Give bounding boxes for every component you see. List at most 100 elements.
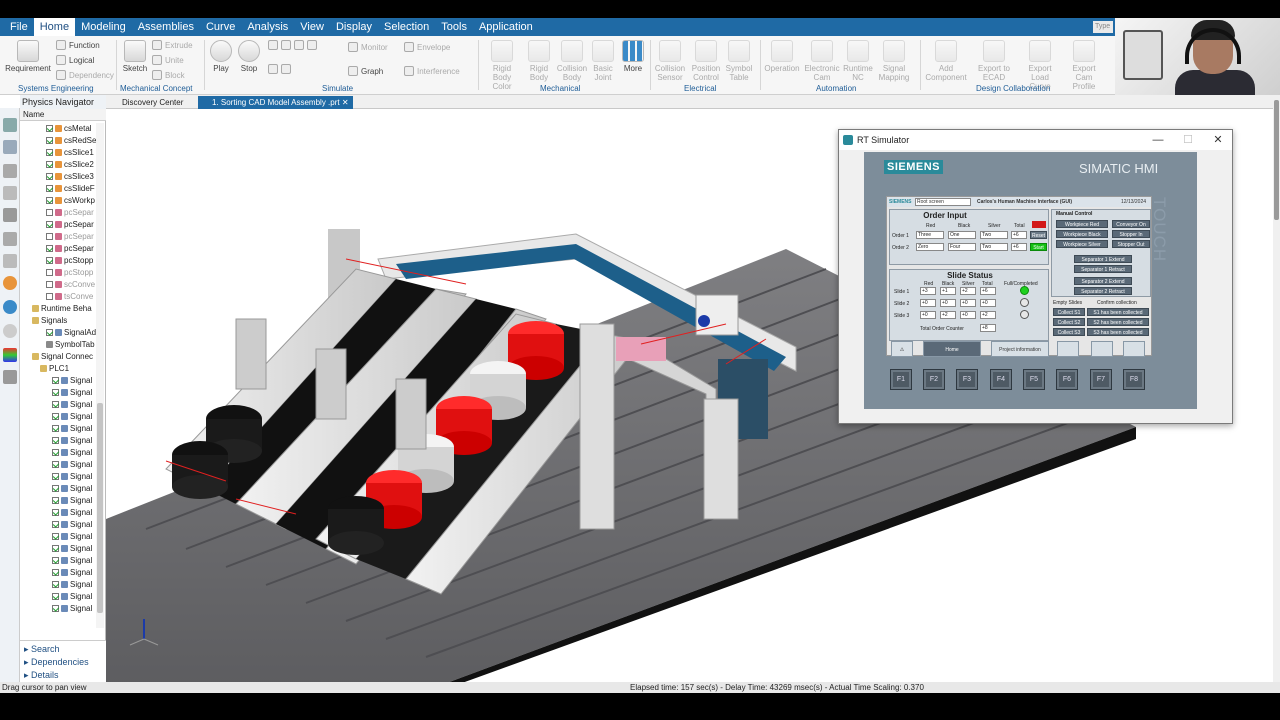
tree-row[interactable]: pcSepar xyxy=(20,207,104,219)
tree-row[interactable]: Signal xyxy=(20,543,104,555)
tab-discovery-center[interactable]: Discovery Center xyxy=(108,96,187,109)
collect-s1-button[interactable]: Collect S1 xyxy=(1053,308,1085,316)
tree-row[interactable]: Signal xyxy=(20,411,104,423)
tree-row[interactable]: csSlice2 xyxy=(20,159,104,171)
tree-checkbox[interactable] xyxy=(52,449,59,457)
requirement-button[interactable]: Requirement xyxy=(5,40,51,73)
unite-button[interactable]: Unite xyxy=(152,55,184,65)
reuse-library-icon[interactable] xyxy=(3,208,17,222)
tree-row[interactable]: Signal xyxy=(20,555,104,567)
symbol-table-button[interactable]: Symbol Table xyxy=(724,40,754,82)
tree-checkbox[interactable] xyxy=(46,197,53,205)
tree-checkbox[interactable] xyxy=(52,425,59,433)
block-button[interactable]: Block xyxy=(152,70,185,80)
order2-red-dropdown[interactable]: Zero xyxy=(916,243,944,251)
tree-row[interactable]: pcStopp xyxy=(20,267,104,279)
tree-row[interactable]: csSlice3 xyxy=(20,171,104,183)
tree-row[interactable]: pcSepar xyxy=(20,231,104,243)
inspect-icon[interactable] xyxy=(294,40,304,50)
history-icon[interactable] xyxy=(3,276,17,290)
f5-key[interactable]: F5 xyxy=(1023,369,1045,390)
group-mechanical-concept[interactable]: Mechanical Concept xyxy=(120,84,192,93)
web-browser-icon[interactable] xyxy=(3,254,17,268)
maximize-icon[interactable]: ☐ xyxy=(1173,130,1203,150)
tree-checkbox[interactable] xyxy=(46,281,53,289)
viewport-scroll-thumb[interactable] xyxy=(1274,100,1279,220)
menu-view[interactable]: View xyxy=(294,18,330,36)
menu-application[interactable]: Application xyxy=(473,18,539,36)
tree-row[interactable]: SignalAd xyxy=(20,327,104,339)
tree-row[interactable]: Signal xyxy=(20,483,104,495)
more-button[interactable]: More xyxy=(620,40,646,73)
position-control-button[interactable]: Position Control xyxy=(690,40,722,82)
tree-checkbox[interactable] xyxy=(52,461,59,469)
order1-silver-dropdown[interactable]: Two xyxy=(980,231,1008,239)
separator2-retract-button[interactable]: Separator 2 Retract xyxy=(1074,287,1132,295)
f7-key[interactable]: F7 xyxy=(1090,369,1112,390)
operation-button[interactable]: Operation xyxy=(764,40,800,73)
tree-checkbox[interactable] xyxy=(46,173,53,181)
tree-row[interactable]: Signal xyxy=(20,375,104,387)
tree-checkbox[interactable] xyxy=(52,485,59,493)
separator2-extend-button[interactable]: Separator 2 Extend xyxy=(1074,277,1132,285)
rigid-body-button[interactable]: Rigid Body xyxy=(524,40,554,82)
menu-analysis[interactable]: Analysis xyxy=(241,18,294,36)
menu-file[interactable]: File xyxy=(4,18,34,36)
tree-row[interactable]: Signal xyxy=(20,567,104,579)
workpiece-silver-button[interactable]: Workpiece Silver xyxy=(1056,240,1108,248)
tree-row[interactable]: csSlideF xyxy=(20,183,104,195)
tree-checkbox[interactable] xyxy=(52,389,59,397)
order1-red-dropdown[interactable]: Three xyxy=(916,231,944,239)
collision-sensor-button[interactable]: Collision Sensor xyxy=(654,40,686,82)
tree-row[interactable]: Signal xyxy=(20,519,104,531)
tree-row[interactable]: Signal xyxy=(20,495,104,507)
f2-key[interactable]: F2 xyxy=(923,369,945,390)
menu-modeling[interactable]: Modeling xyxy=(75,18,132,36)
tree-checkbox[interactable] xyxy=(52,581,59,589)
tree-checkbox[interactable] xyxy=(46,257,53,265)
tree-row[interactable]: tsConve xyxy=(20,291,104,303)
extrude-button[interactable]: Extrude xyxy=(152,40,193,50)
export-cam-profile-button[interactable]: Export Cam Profile xyxy=(1064,40,1104,91)
menu-tools[interactable]: Tools xyxy=(435,18,473,36)
tree-checkbox[interactable] xyxy=(52,521,59,529)
tree-row[interactable]: Signal xyxy=(20,471,104,483)
nav-slot-6[interactable] xyxy=(1123,341,1145,357)
sketch-button[interactable]: Sketch xyxy=(120,40,150,73)
hd3d-tools-icon[interactable] xyxy=(3,232,17,246)
interference-button[interactable]: Interference xyxy=(404,66,460,76)
sensor-box[interactable] xyxy=(695,294,739,336)
f8-key[interactable]: F8 xyxy=(1123,369,1145,390)
f6-key[interactable]: F6 xyxy=(1056,369,1078,390)
nav-slot-4[interactable] xyxy=(1057,341,1079,357)
tree-row[interactable]: scConve xyxy=(20,279,104,291)
tree-row[interactable]: Signal xyxy=(20,459,104,471)
tree-checkbox[interactable] xyxy=(46,293,53,301)
tree-checkbox[interactable] xyxy=(52,401,59,409)
tree-row[interactable]: Signal xyxy=(20,579,104,591)
tree-row[interactable]: pcSepar xyxy=(20,243,104,255)
separator-post-3[interactable] xyxy=(395,378,427,450)
workpiece-black-button[interactable]: Workpiece Black xyxy=(1056,230,1108,238)
runtime-nc-button[interactable]: Runtime NC xyxy=(842,40,874,82)
navigator-scroll-thumb[interactable] xyxy=(97,403,103,613)
separator-post-1[interactable] xyxy=(235,318,267,390)
tree-row[interactable]: csRedSe xyxy=(20,135,104,147)
root-screen-dropdown[interactable]: Root screen xyxy=(915,198,971,206)
command-search-input[interactable]: Type xyxy=(1093,21,1113,33)
home-button[interactable]: Home xyxy=(923,341,981,357)
tree-row[interactable]: Signal xyxy=(20,423,104,435)
tools-icon[interactable] xyxy=(3,370,17,384)
separator-post-2[interactable] xyxy=(315,348,347,420)
close-icon[interactable]: ✕ xyxy=(1203,130,1233,150)
start-button[interactable]: Start xyxy=(1030,243,1047,251)
dependency-button[interactable]: Dependency xyxy=(56,70,114,80)
group-mechanical[interactable]: Mechanical xyxy=(540,84,580,93)
conveyor-on-button[interactable]: Conveyor On xyxy=(1112,220,1150,228)
navigator-scrollbar[interactable] xyxy=(96,123,104,628)
tree-row[interactable]: csMetal xyxy=(20,123,104,135)
tree-row[interactable]: csSlice1 xyxy=(20,147,104,159)
tree-row[interactable]: Signal xyxy=(20,435,104,447)
logical-button[interactable]: Logical xyxy=(56,55,94,65)
right-post[interactable] xyxy=(703,398,739,520)
